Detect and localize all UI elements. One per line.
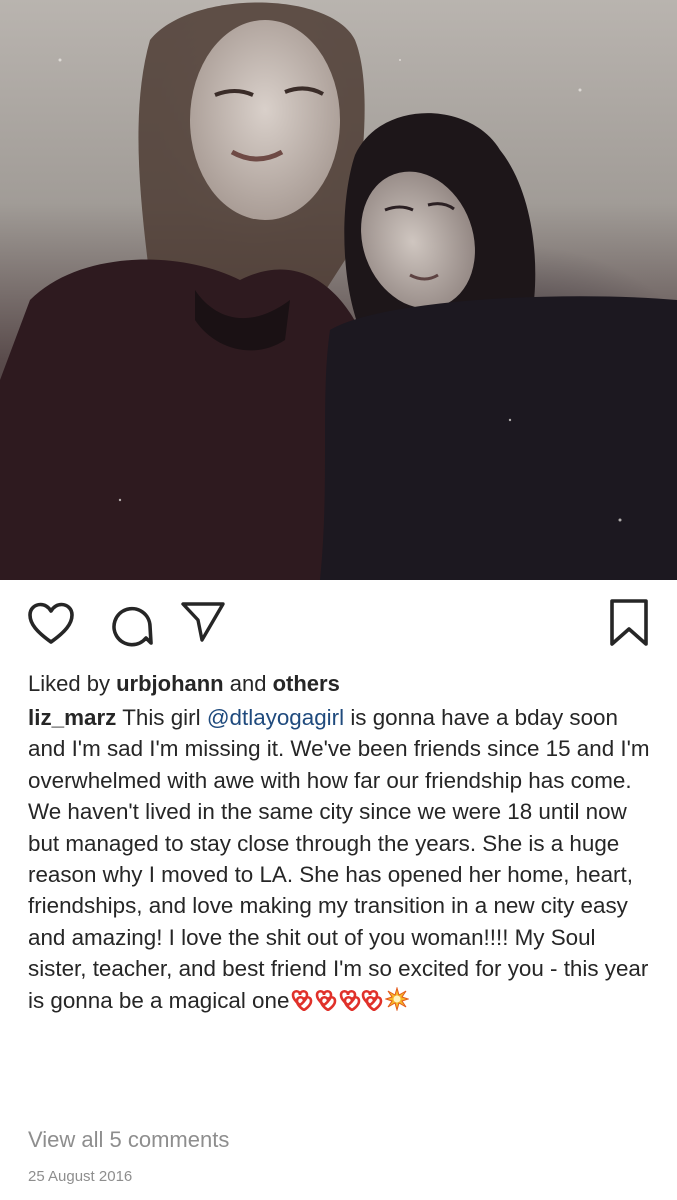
likes-summary[interactable]: Liked by urbjohann and others [28, 668, 340, 700]
view-comments-link[interactable]: View all 5 comments [28, 1124, 229, 1156]
likes-prefix: Liked by [28, 671, 110, 696]
double-heart-emoji [289, 988, 385, 1013]
caption-mention[interactable]: @dtlayogagirl [207, 705, 344, 730]
bookmark-icon[interactable] [608, 598, 650, 648]
paper-plane-icon[interactable] [180, 600, 226, 644]
likes-others-link[interactable]: others [273, 671, 340, 696]
post-date: 25 August 2016 [28, 1168, 133, 1185]
liked-by-user[interactable]: urbjohann [116, 671, 224, 696]
caption-text-before: This girl [122, 705, 201, 730]
photo-of-two-women [0, 2, 677, 580]
caption-username[interactable]: liz_marz [28, 705, 116, 730]
heart-outline-icon[interactable] [27, 602, 75, 646]
post-caption: liz_marz This girl @dtlayogagirl is gonn… [28, 702, 658, 1016]
comment-bubble-icon[interactable] [108, 602, 154, 648]
collision-emoji [384, 985, 411, 1013]
post-photo[interactable] [0, 0, 677, 580]
likes-middle: and [229, 671, 267, 696]
caption-text-after: is gonna have a bday soon and I'm sad I'… [28, 705, 650, 1013]
action-bar [0, 590, 677, 660]
